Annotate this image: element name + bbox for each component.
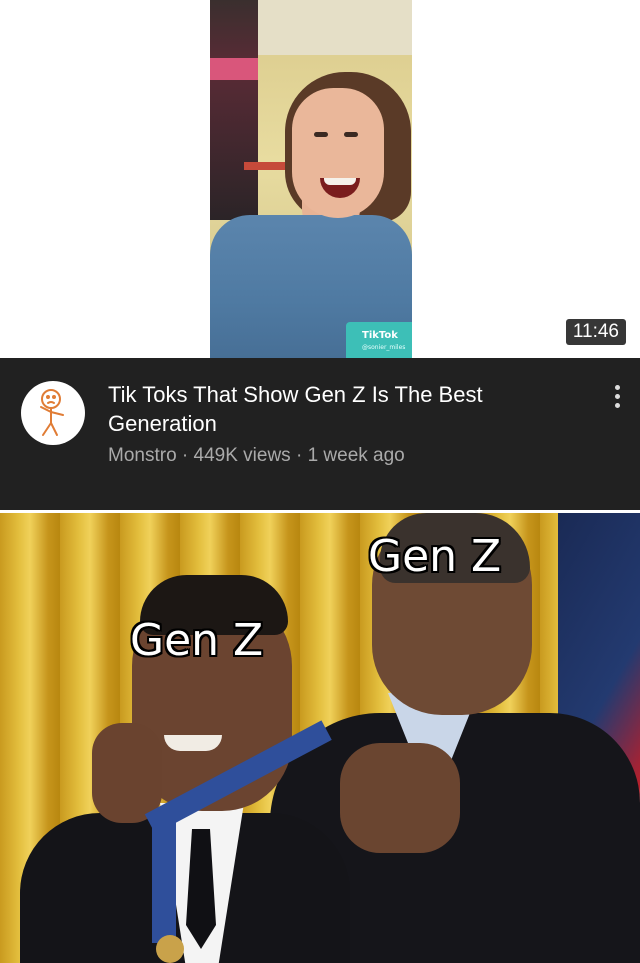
tiktok-logo: TikTok — [362, 330, 398, 341]
video-thumbnail[interactable]: TikTok @sonier_miles 11:46 — [0, 0, 640, 358]
duration-badge: 11:46 — [565, 319, 626, 345]
meme-label-top: Gen Z — [368, 531, 502, 582]
stick-figure-icon — [40, 389, 64, 436]
video-meta: Monstro · 449K views · 1 week ago — [108, 445, 405, 466]
meme-label-left: Gen Z — [130, 615, 264, 666]
thumbnail-photo: TikTok @sonier_miles — [210, 0, 412, 358]
video-info-bar: Tik Toks That Show Gen Z Is The Best Gen… — [0, 358, 640, 510]
medal-icon — [156, 935, 184, 963]
video-title[interactable]: Tik Toks That Show Gen Z Is The Best Gen… — [108, 380, 548, 438]
tiktok-username: @sonier_miles — [362, 344, 406, 351]
channel-avatar[interactable] — [21, 381, 85, 445]
vertical-dots-icon[interactable] — [605, 382, 629, 416]
meme-image: Gen Z Gen Z — [0, 513, 640, 963]
